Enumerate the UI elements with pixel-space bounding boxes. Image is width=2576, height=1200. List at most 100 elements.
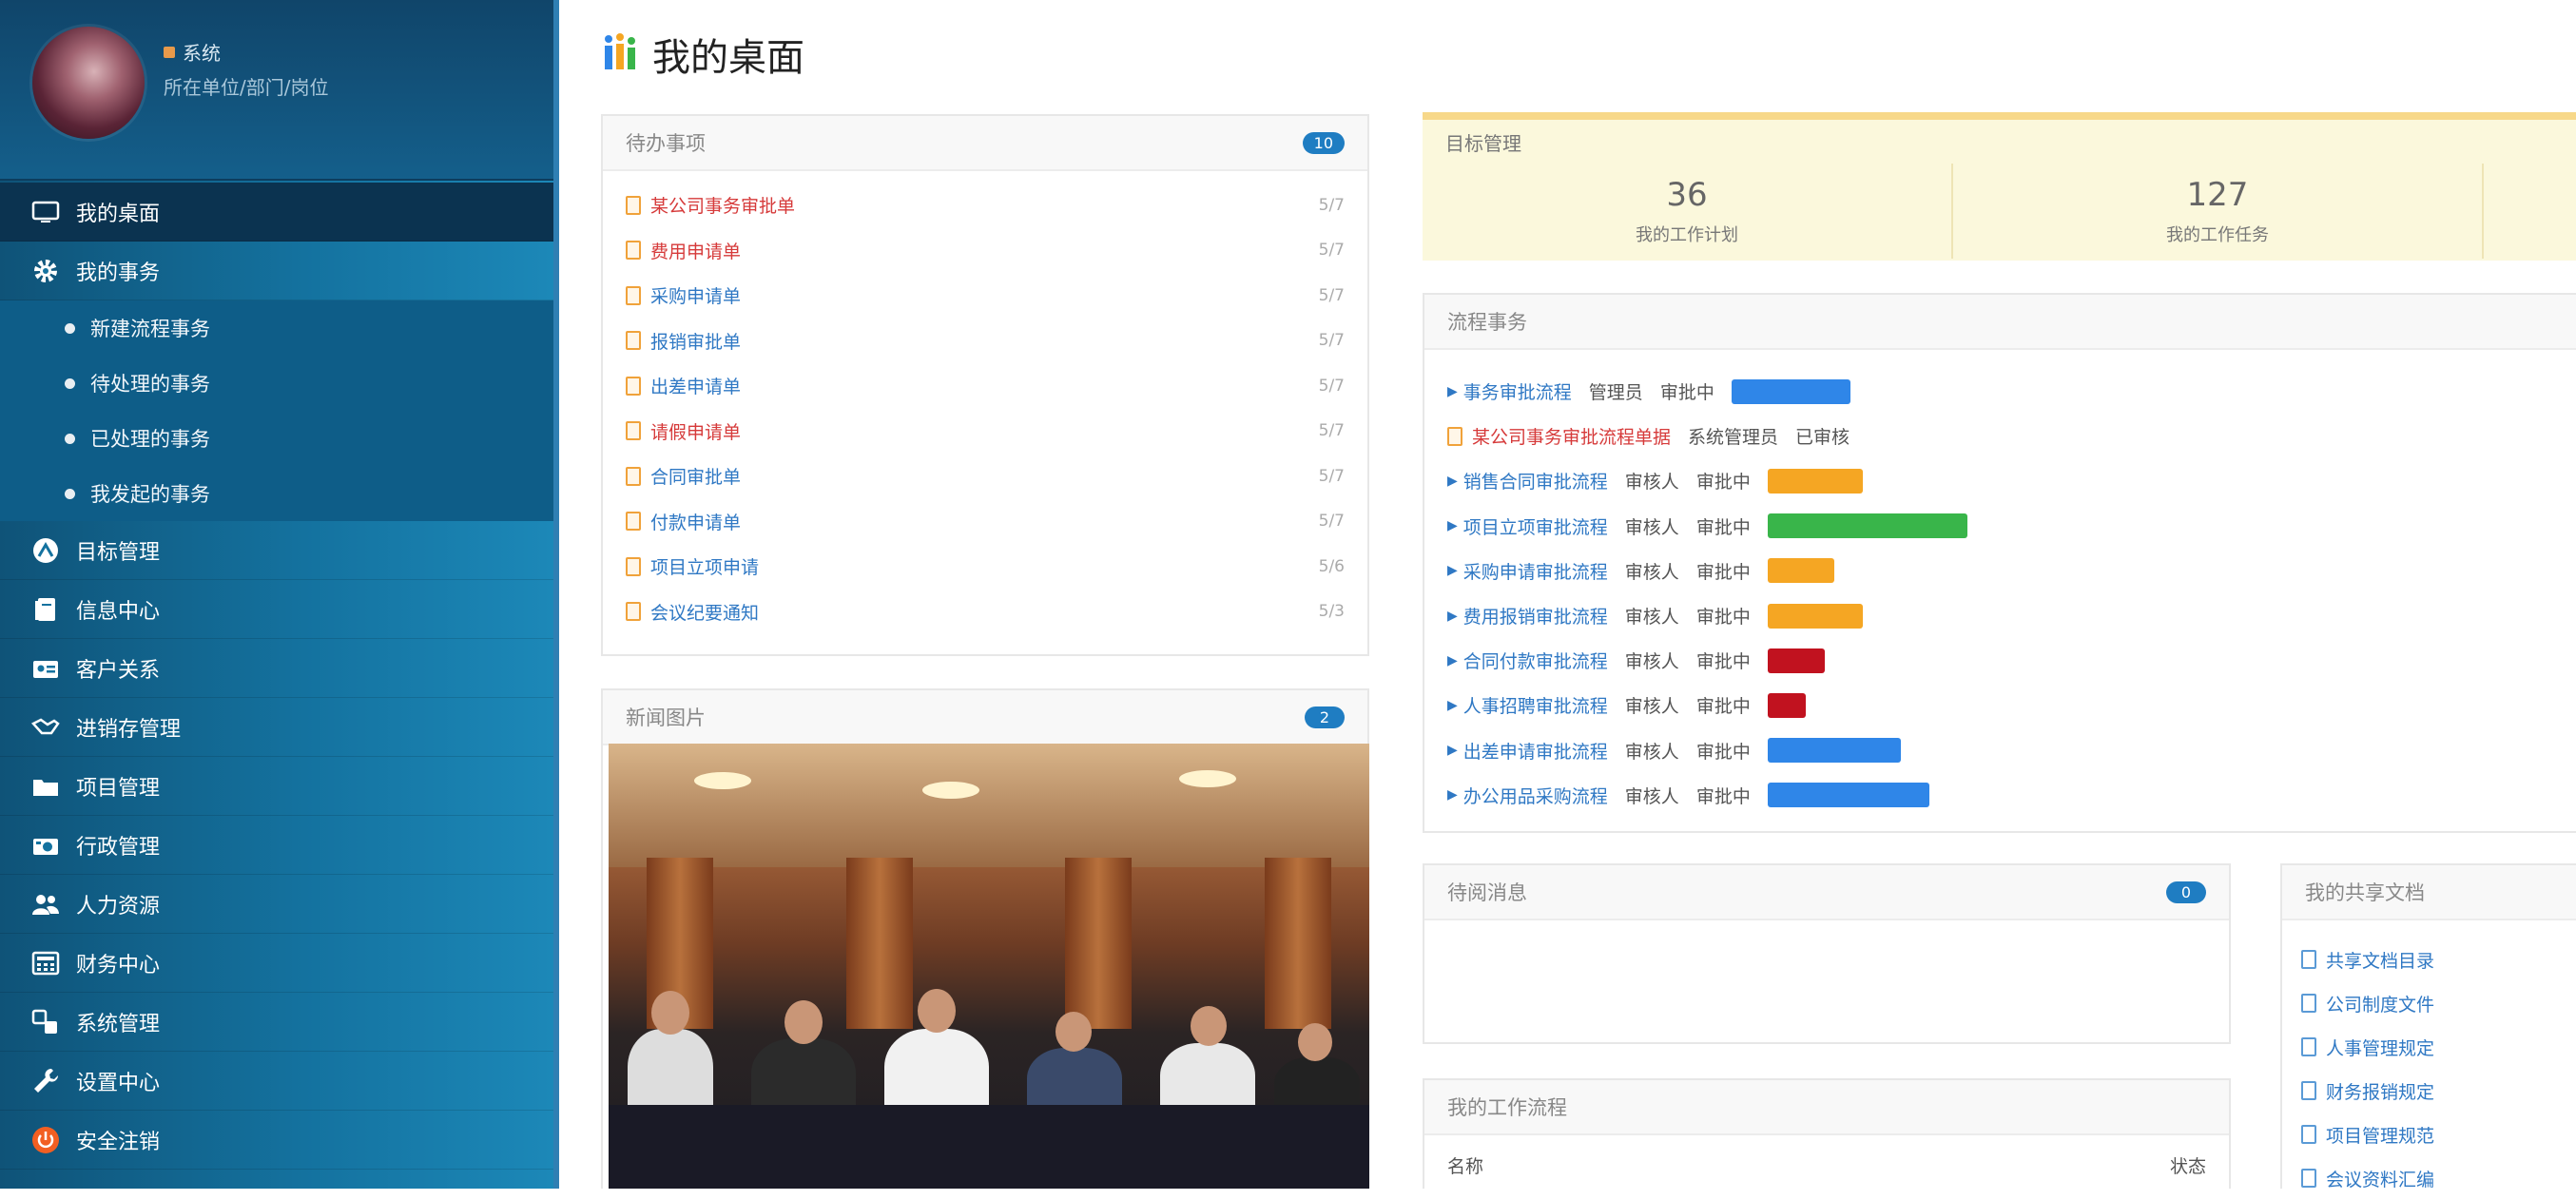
share-row[interactable]: 公司制度文件 bbox=[2301, 981, 2557, 1025]
todo-count-badge[interactable]: 10 bbox=[1302, 131, 1345, 154]
todo-link[interactable]: 费用申请单 bbox=[650, 238, 1307, 263]
todo-link[interactable]: 会议纪要通知 bbox=[650, 599, 1307, 625]
sidebar-item-projects[interactable]: 项目管理 bbox=[0, 757, 553, 816]
share-link[interactable]: 共享文档目录 bbox=[2326, 947, 2434, 973]
page-header: 我的桌面 bbox=[601, 27, 804, 82]
sidebar-item-desktop[interactable]: 我的桌面 bbox=[0, 183, 553, 242]
sidebar-item-admin[interactable]: 行政管理 bbox=[0, 816, 553, 875]
arrow-right-icon: ▶ bbox=[1447, 743, 1458, 759]
share-link[interactable]: 公司制度文件 bbox=[2326, 991, 2434, 1016]
stat-tasks[interactable]: 127 我的工作任务 bbox=[1953, 164, 2484, 259]
sidebar-subitem-label: 已处理的事务 bbox=[90, 428, 210, 451]
photo-curtain bbox=[846, 858, 913, 1029]
process-row[interactable]: ▶ 出差申请审批流程 审核人 审批中 bbox=[1447, 728, 2553, 773]
share-link[interactable]: 人事管理规定 bbox=[2326, 1035, 2434, 1060]
news-panel-title: 新闻图片 bbox=[626, 706, 706, 729]
process-link[interactable]: 人事招聘审批流程 bbox=[1463, 692, 1608, 718]
todo-row[interactable]: 请假申请单 5/7 bbox=[626, 409, 1345, 455]
sidebar-subitem-new[interactable]: 新建流程事务 bbox=[0, 300, 553, 356]
sidebar-item-affairs[interactable]: 我的事务 bbox=[0, 242, 553, 300]
process-row[interactable]: ▶ 合同付款审批流程 审核人 审批中 bbox=[1447, 638, 2553, 683]
sidebar-item-system[interactable]: 系统管理 bbox=[0, 993, 553, 1052]
todo-row[interactable]: 采购申请单 5/7 bbox=[626, 273, 1345, 319]
todo-row[interactable]: 会议纪要通知 5/3 bbox=[626, 590, 1345, 635]
process-link[interactable]: 事务审批流程 bbox=[1463, 378, 1572, 404]
process-step: 审批中 bbox=[1695, 561, 1751, 583]
process-row[interactable]: ▶ 事务审批流程 管理员 审批中 bbox=[1447, 369, 2553, 414]
gear-icon bbox=[29, 254, 63, 288]
process-step: 审批中 bbox=[1695, 785, 1751, 807]
sidebar-subitem-processed[interactable]: 已处理的事务 bbox=[0, 411, 553, 466]
todo-row[interactable]: 费用申请单 5/7 bbox=[626, 228, 1345, 274]
sidebar-subitem-initiated[interactable]: 我发起的事务 bbox=[0, 466, 553, 521]
process-row[interactable]: ▶ 销售合同审批流程 审核人 审批中 bbox=[1447, 458, 2553, 503]
workflow-row-left: 名称 bbox=[1447, 1156, 1484, 1177]
process-link[interactable]: 费用报销审批流程 bbox=[1463, 603, 1608, 629]
avatar[interactable] bbox=[32, 27, 145, 139]
todo-link[interactable]: 项目立项申请 bbox=[650, 553, 1307, 579]
share-row[interactable]: 会议资料汇编 bbox=[2301, 1156, 2557, 1200]
handshake-icon bbox=[29, 710, 63, 745]
todo-link[interactable]: 付款申请单 bbox=[650, 509, 1307, 534]
todo-link[interactable]: 报销审批单 bbox=[650, 328, 1307, 354]
sidebar-item-hr[interactable]: 人力资源 bbox=[0, 875, 553, 934]
process-link[interactable]: 合同付款审批流程 bbox=[1463, 648, 1608, 673]
share-row[interactable]: 共享文档目录 bbox=[2301, 938, 2557, 981]
news-photo[interactable] bbox=[609, 744, 1369, 1189]
process-row[interactable]: ▶ 费用报销审批流程 审核人 审批中 bbox=[1447, 593, 2553, 638]
camera-icon bbox=[29, 828, 63, 862]
process-link[interactable]: 办公用品采购流程 bbox=[1463, 783, 1608, 808]
todo-link[interactable]: 合同审批单 bbox=[650, 463, 1307, 489]
sidebar-item-settings[interactable]: 设置中心 bbox=[0, 1052, 553, 1111]
message-count-badge[interactable]: 0 bbox=[2166, 881, 2206, 903]
share-link[interactable]: 财务报销规定 bbox=[2326, 1078, 2434, 1104]
process-link[interactable]: 某公司事务审批流程单据 bbox=[1472, 423, 1671, 449]
share-row[interactable]: 财务报销规定 bbox=[2301, 1069, 2557, 1113]
process-link[interactable]: 销售合同审批流程 bbox=[1463, 468, 1608, 494]
sidebar-item-crm[interactable]: 客户关系 bbox=[0, 639, 553, 698]
todo-link[interactable]: 某公司事务审批单 bbox=[650, 192, 1307, 218]
todo-link[interactable]: 出差申请单 bbox=[650, 373, 1307, 398]
news-count-badge[interactable]: 2 bbox=[1305, 706, 1345, 728]
process-row[interactable]: ▶ 项目立项审批流程 审核人 审批中 bbox=[1447, 504, 2553, 549]
share-link[interactable]: 项目管理规范 bbox=[2326, 1122, 2434, 1148]
process-row[interactable]: 某公司事务审批流程单据 系统管理员 已审核 bbox=[1447, 414, 2553, 458]
stat-value: 127 bbox=[2186, 176, 2249, 214]
sidebar-item-inventory[interactable]: 进销存管理 bbox=[0, 698, 553, 757]
sidebar-item-info[interactable]: 信息中心 bbox=[0, 580, 553, 639]
sidebar-subitem-pending[interactable]: 待处理的事务 bbox=[0, 356, 553, 411]
file-icon bbox=[626, 195, 641, 215]
todo-date: 5/3 bbox=[1318, 602, 1345, 622]
process-step: 审批中 bbox=[1659, 382, 1714, 404]
todo-link[interactable]: 请假申请单 bbox=[650, 418, 1307, 444]
contact-card-icon bbox=[29, 651, 63, 686]
todo-row[interactable]: 报销审批单 5/7 bbox=[626, 319, 1345, 364]
share-row[interactable]: 项目管理规范 bbox=[2301, 1113, 2557, 1156]
process-step: 审批中 bbox=[1695, 472, 1751, 494]
process-row[interactable]: ▶ 人事招聘审批流程 审核人 审批中 bbox=[1447, 683, 2553, 727]
share-link[interactable]: 会议资料汇编 bbox=[2326, 1166, 2434, 1191]
sidebar-item-logout[interactable]: 安全注销 bbox=[0, 1111, 553, 1170]
share-row[interactable]: 人事管理规定 bbox=[2301, 1025, 2557, 1069]
sidebar-item-finance[interactable]: 财务中心 bbox=[0, 934, 553, 993]
todo-link[interactable]: 采购申请单 bbox=[650, 282, 1307, 308]
process-row[interactable]: ▶ 采购申请审批流程 审核人 审批中 bbox=[1447, 549, 2553, 593]
process-progress-bar bbox=[1767, 738, 1901, 764]
todo-row[interactable]: 某公司事务审批单 5/7 bbox=[626, 183, 1345, 228]
todo-row[interactable]: 项目立项申请 5/6 bbox=[626, 544, 1345, 590]
workflow-row[interactable]: 名称 状态 bbox=[1424, 1135, 2229, 1195]
bullet-icon bbox=[65, 433, 75, 444]
process-link[interactable]: 项目立项审批流程 bbox=[1463, 513, 1608, 539]
todo-row[interactable]: 合同审批单 5/7 bbox=[626, 454, 1345, 499]
process-link[interactable]: 出差申请审批流程 bbox=[1463, 738, 1608, 764]
arrow-right-icon: ▶ bbox=[1447, 563, 1458, 579]
stat-plans[interactable]: 36 我的工作计划 bbox=[1423, 164, 1953, 259]
target-icon bbox=[29, 533, 63, 568]
sidebar-item-goals[interactable]: 目标管理 bbox=[0, 521, 553, 580]
todo-row[interactable]: 付款申请单 5/7 bbox=[626, 499, 1345, 545]
todo-row[interactable]: 出差申请单 5/7 bbox=[626, 363, 1345, 409]
process-link[interactable]: 采购申请审批流程 bbox=[1463, 558, 1608, 584]
todo-date: 5/7 bbox=[1318, 466, 1345, 486]
process-row[interactable]: ▶ 办公用品采购流程 审核人 审批中 bbox=[1447, 773, 2553, 818]
process-progress-bar bbox=[1767, 692, 1806, 718]
